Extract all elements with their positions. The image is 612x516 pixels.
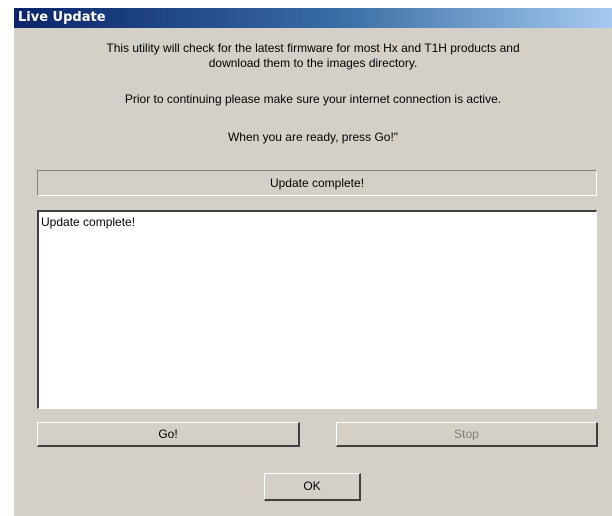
log-textarea[interactable]: Update complete!: [37, 210, 597, 409]
info-text-line-2: download them to the images directory.: [208, 56, 418, 70]
connection-notice: Prior to continuing please make sure you…: [124, 92, 502, 106]
ok-button[interactable]: OK: [264, 473, 361, 501]
stop-button[interactable]: Stop: [336, 422, 598, 447]
info-text-line-1: This utility will check for the latest f…: [106, 41, 520, 55]
status-field: Update complete!: [37, 170, 597, 196]
ready-prompt: When you are ready, press Go!": [227, 130, 399, 144]
live-update-window: Live Update This utility will check for …: [14, 8, 612, 516]
window-title: Live Update: [18, 10, 106, 25]
go-button[interactable]: Go!: [37, 422, 300, 447]
title-bar[interactable]: Live Update: [14, 8, 612, 28]
